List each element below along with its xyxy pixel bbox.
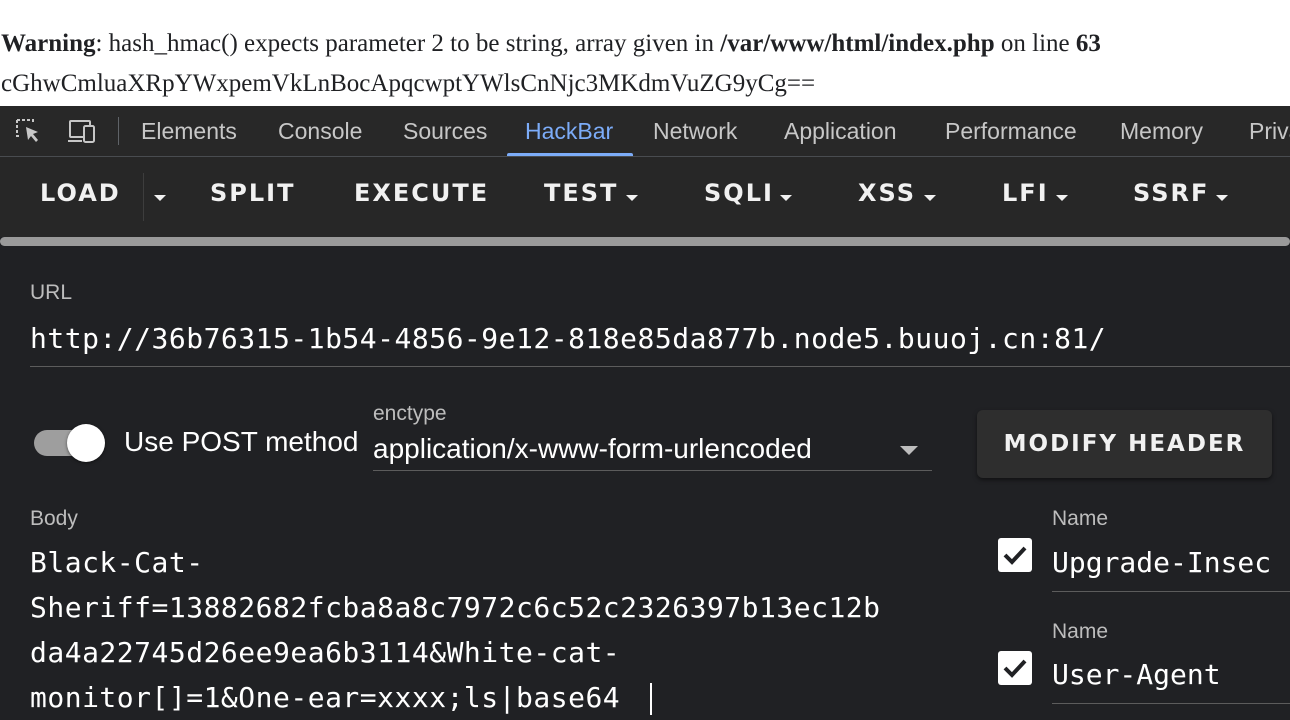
modify-header-button[interactable]: MODIFY HEADER	[977, 410, 1272, 478]
url-label: URL	[30, 281, 73, 304]
checkmark-icon	[1003, 659, 1027, 678]
load-button[interactable]: LOAD	[40, 179, 121, 207]
active-tab-indicator	[507, 153, 633, 156]
tab-performance[interactable]: Performance	[945, 118, 1077, 145]
tab-divider	[118, 117, 119, 145]
load-dropdown-chevron-icon[interactable]	[154, 195, 166, 201]
header-enabled-checkbox[interactable]	[998, 651, 1032, 685]
url-input[interactable]: http://36b76315-1b54-4856-9e12-818e85da8…	[30, 322, 1106, 355]
tab-elements[interactable]: Elements	[141, 118, 237, 145]
warning-on-line-text: on line	[994, 30, 1076, 57]
header-enabled-checkbox[interactable]	[998, 538, 1032, 572]
test-chevron-down-icon	[626, 195, 638, 201]
tab-network[interactable]: Network	[653, 118, 737, 145]
enctype-select-underline	[373, 470, 932, 471]
enctype-chevron-down-icon[interactable]	[900, 446, 918, 455]
hackbar-toolbar: LOAD SPLIT EXECUTE TEST SQLI XSS LFI SSR…	[0, 157, 1290, 237]
tab-sources[interactable]: Sources	[403, 118, 487, 145]
test-menu-button[interactable]: TEST	[544, 179, 618, 207]
xss-chevron-down-icon	[924, 195, 936, 201]
modify-header-label: MODIFY HEADER	[1003, 431, 1246, 457]
encoded-output-text: cGhwCmluaXRpYWxpemVkLnBocApqcwptYWlsCnNj…	[1, 70, 816, 97]
lfi-menu-button[interactable]: LFI	[1002, 179, 1049, 207]
inspect-element-icon[interactable]	[14, 117, 46, 145]
text-cursor	[650, 683, 652, 715]
sqli-chevron-down-icon	[780, 195, 792, 201]
checkmark-icon	[1003, 546, 1027, 565]
post-method-toggle-knob[interactable]	[67, 424, 105, 462]
xss-menu-button[interactable]: XSS	[858, 179, 916, 207]
warning-label: Warning	[1, 30, 96, 57]
lfi-chevron-down-icon	[1056, 195, 1068, 201]
body-textarea[interactable]: Black-Cat- Sheriff=13882682fcba8a8c7972c…	[30, 540, 930, 720]
header-name-underline	[1052, 703, 1290, 704]
split-button[interactable]: SPLIT	[210, 179, 295, 207]
tab-memory[interactable]: Memory	[1120, 118, 1203, 145]
enctype-label: enctype	[373, 402, 447, 425]
tab-application[interactable]: Application	[784, 118, 897, 145]
header-name-label: Name	[1052, 620, 1109, 643]
warning-message: : hash_hmac() expects parameter 2 to be …	[95, 30, 721, 57]
devtools-tab-strip: Elements Console Sources HackBar Network…	[0, 106, 1290, 157]
load-button-divider	[143, 173, 144, 221]
tab-console[interactable]: Console	[278, 118, 362, 145]
horizontal-scrollbar[interactable]	[0, 237, 1290, 246]
enctype-select[interactable]: application/x-www-form-urlencoded	[373, 433, 812, 465]
header-name-label: Name	[1052, 507, 1109, 530]
device-toolbar-icon[interactable]	[66, 117, 98, 145]
body-label: Body	[30, 507, 78, 530]
sqli-menu-button[interactable]: SQLI	[704, 179, 774, 207]
header-name-input[interactable]: User-Agent	[1052, 658, 1221, 691]
header-name-underline	[1052, 591, 1290, 592]
header-name-input[interactable]: Upgrade-Insec	[1052, 546, 1271, 579]
url-input-underline	[30, 366, 1290, 367]
tab-privacy[interactable]: Priva	[1249, 118, 1290, 145]
warning-file-path: /var/www/html/index.php	[720, 30, 995, 57]
php-warning-line: Warning: hash_hmac() expects parameter 2…	[1, 30, 1101, 58]
ssrf-chevron-down-icon	[1216, 195, 1228, 201]
web-page-content: Warning: hash_hmac() expects parameter 2…	[0, 0, 1290, 106]
execute-button[interactable]: EXECUTE	[354, 179, 489, 207]
tab-hackbar[interactable]: HackBar	[525, 118, 613, 145]
ssrf-menu-button[interactable]: SSRF	[1133, 179, 1209, 207]
post-method-label: Use POST method	[124, 426, 359, 457]
warning-line-number: 63	[1075, 30, 1101, 57]
